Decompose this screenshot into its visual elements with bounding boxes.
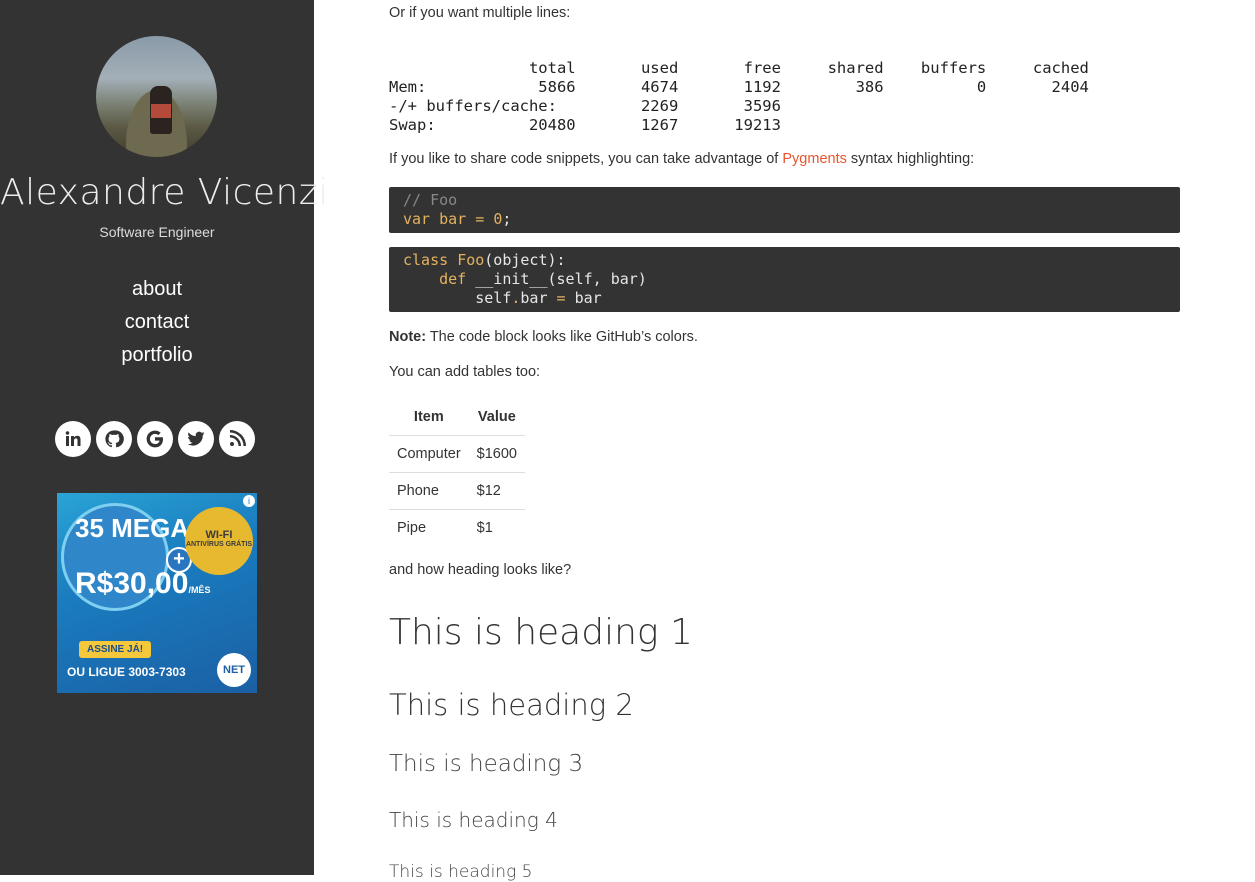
nav-portfolio-link[interactable]: portfolio (0, 342, 314, 375)
ad-info-icon[interactable]: i (243, 495, 255, 507)
social-links (55, 421, 255, 457)
code-semicolon: ; (502, 210, 512, 228)
pygments-link[interactable]: Pygments (782, 151, 846, 167)
table-cell: $1 (468, 509, 525, 546)
ad-headline: 35 MEGA (75, 513, 190, 543)
code-attr: bar (520, 289, 548, 307)
code-class-keyword: class (403, 251, 449, 269)
pygments-text-before: If you like to share code snippets, you … (389, 151, 783, 167)
code-self: self (475, 289, 512, 307)
table-row: Pipe $1 (389, 509, 525, 546)
rss-icon[interactable] (219, 421, 255, 457)
ad-brand-logo: NET (217, 653, 251, 687)
nav-about-link[interactable]: about (0, 276, 314, 309)
twitter-icon[interactable] (178, 421, 214, 457)
code-operator: = (475, 210, 485, 228)
ad-banner[interactable]: i 35 MEGA R$30,00/MÊS + WI-FI ANTIVÍRUS G… (57, 493, 257, 693)
heading-5: This is heading 5 (389, 862, 533, 882)
ad-price: R$30,00/MÊS (75, 567, 210, 601)
tables-intro: You can add tables too: (389, 364, 541, 380)
table-cell: Computer (389, 435, 469, 473)
ad-wifi-badge: WI-FI ANTIVÍRUS GRÁTIS (185, 507, 253, 575)
data-table: Item Value Computer $1600 Phone $12 Pipe… (389, 399, 525, 546)
table-cell: Phone (389, 472, 469, 510)
avatar-shirt (151, 104, 171, 118)
ad-wifi-subtitle: ANTIVÍRUS GRÁTIS (185, 541, 253, 548)
heading-3: This is heading 3 (389, 751, 584, 777)
code-number: 0 (493, 210, 503, 228)
note-paragraph: Note: The code block looks like GitHub’s… (389, 329, 698, 345)
multi-lines-intro: Or if you want multiple lines: (389, 5, 571, 21)
code-value: bar (574, 289, 602, 307)
note-text: The code block looks like GitHub’s color… (426, 329, 698, 345)
table-row: Computer $1600 (389, 435, 525, 473)
code-comment: // Foo (403, 191, 458, 209)
code-block-js: // Foo var bar = 0; (389, 187, 1180, 233)
table-header-value: Value (477, 409, 516, 425)
code-keyword: var (403, 210, 431, 228)
note-label: Note: (389, 329, 427, 345)
code-assign: = (556, 289, 566, 307)
pygments-paragraph: If you like to share code snippets, you … (389, 151, 974, 167)
table-cell: $1600 (468, 435, 525, 473)
nav-contact-link[interactable]: contact (0, 309, 314, 342)
linkedin-icon[interactable] (55, 421, 91, 457)
github-icon[interactable] (96, 421, 132, 457)
table-row: Phone $12 (389, 472, 525, 510)
code-block-python: class Foo(object): def __init__(self, ba… (389, 247, 1180, 312)
code-variable: bar (439, 210, 467, 228)
main-nav: about contact portfolio (0, 276, 314, 375)
site-title[interactable]: Alexandre Vicenzi (0, 172, 328, 213)
ad-cta-button[interactable]: ASSINE JÁ! (79, 641, 152, 658)
ad-phone: OU LIGUE 3003-7303 (67, 665, 186, 679)
ad-wifi-title: WI-FI (205, 529, 233, 541)
heading-4: This is heading 4 (389, 808, 558, 832)
code-def-signature: __init__(self, bar) (466, 270, 647, 288)
code-class-name: Foo (457, 251, 485, 269)
code-class-rest: (object): (484, 251, 566, 269)
table-cell: $12 (468, 472, 525, 510)
heading-2: This is heading 2 (389, 688, 634, 722)
table-cell: Pipe (389, 509, 469, 546)
ad-price-unit: /MÊS (188, 585, 211, 595)
table-header-row: Item Value (389, 399, 525, 436)
table-header-item: Item (413, 409, 444, 425)
sidebar: Alexandre Vicenzi Software Engineer abou… (0, 0, 328, 875)
site-subtitle: Software Engineer (99, 224, 215, 240)
code-def-keyword: def (439, 270, 467, 288)
heading-1: This is heading 1 (389, 612, 693, 653)
heading-intro: and how heading looks like? (389, 562, 572, 578)
pygments-text-after: syntax highlighting: (846, 151, 975, 167)
avatar[interactable] (96, 36, 217, 157)
ad-price-value: R$30,00 (75, 567, 189, 600)
memory-table-pre: total used free shared buffers cached Me… (389, 59, 1089, 134)
google-icon[interactable] (137, 421, 173, 457)
